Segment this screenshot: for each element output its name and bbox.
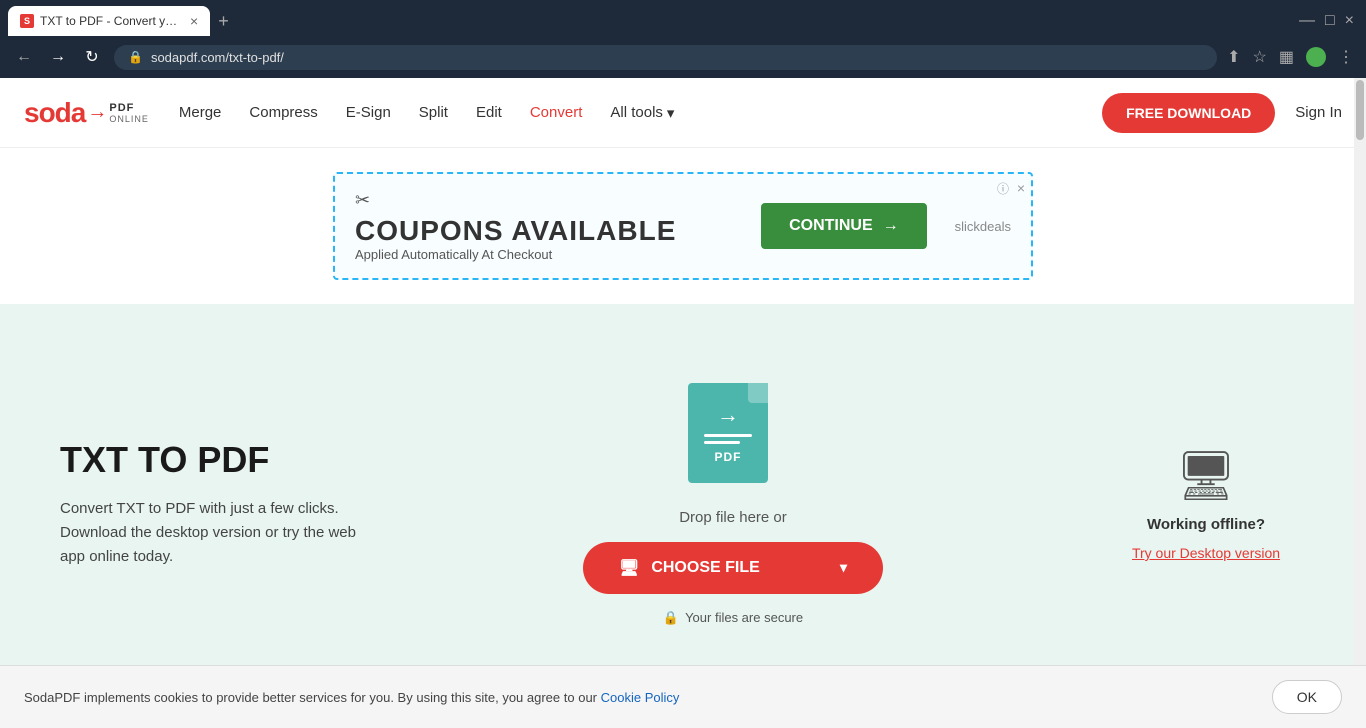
browser-toolbar: ⬆ ☆ ▦ ⋮: [1227, 47, 1354, 67]
pdf-line-1: [704, 434, 752, 437]
nav-merge[interactable]: Merge: [179, 104, 222, 121]
scrollbar[interactable]: [1354, 78, 1366, 728]
choose-file-button[interactable]: 🖥 CHOOSE FILE ▾: [583, 542, 883, 594]
all-tools-label: All tools: [610, 104, 663, 121]
drop-text: Drop file here or: [679, 509, 787, 526]
ad-subtitle: Applied Automatically At Checkout: [355, 247, 676, 262]
logo-online-text: ONLINE: [109, 114, 149, 124]
continue-arrow-icon: →: [883, 217, 899, 235]
logo-pdf-text: PDF: [109, 102, 149, 114]
center-section: → PDF Drop file here or 🖥 CHOOSE FILE ▾ …: [400, 383, 1066, 626]
secure-label: Your files are secure: [685, 610, 803, 625]
url-bar[interactable]: 🔒 sodapdf.com/txt-to-pdf/: [114, 45, 1217, 70]
bookmark-icon[interactable]: ☆: [1253, 47, 1267, 67]
chevron-down-icon: ▾: [840, 559, 847, 576]
active-tab[interactable]: S TXT to PDF - Convert your TXT t... ×: [8, 6, 210, 36]
cookie-policy-link[interactable]: Cookie Policy: [601, 690, 680, 705]
back-button[interactable]: ←: [12, 48, 36, 66]
pdf-file-icon: → PDF: [688, 383, 768, 483]
lock-icon: 🔒: [128, 50, 143, 64]
minimize-btn[interactable]: —: [1299, 12, 1315, 30]
close-btn[interactable]: ×: [1345, 12, 1354, 30]
nav-edit[interactable]: Edit: [476, 104, 502, 121]
desktop-monitor-icon: 🖥: [1176, 447, 1237, 504]
right-section: 🖥 Working offline? Try our Desktop versi…: [1106, 447, 1306, 561]
scissors-icon: ✂: [355, 190, 676, 211]
scrollbar-thumb[interactable]: [1356, 80, 1364, 140]
pdf-line-2: [704, 441, 740, 444]
cookie-text: SodaPDF implements cookies to provide be…: [24, 690, 679, 705]
ad-continue-button[interactable]: CONTINUE →: [761, 203, 927, 249]
maximize-btn[interactable]: □: [1325, 12, 1335, 30]
menu-icon[interactable]: ⋮: [1338, 47, 1354, 67]
logo-arrow-icon: →: [87, 101, 107, 124]
page-title: TXT TO PDF: [60, 439, 360, 481]
share-icon[interactable]: ⬆: [1227, 47, 1240, 67]
chevron-down-icon: ▾: [667, 104, 675, 122]
ad-banner: ✂ COUPONS AVAILABLE Applied Automaticall…: [333, 172, 1033, 280]
cookie-ok-button[interactable]: OK: [1272, 680, 1342, 714]
choose-file-label: CHOOSE FILE: [651, 559, 759, 577]
forward-button[interactable]: →: [46, 48, 70, 66]
ad-close-button[interactable]: ×: [1017, 180, 1025, 196]
offline-title: Working offline?: [1147, 516, 1265, 533]
cookie-message: SodaPDF implements cookies to provide be…: [24, 690, 597, 705]
nav-split[interactable]: Split: [419, 104, 448, 121]
desktop-version-link[interactable]: Try our Desktop version: [1132, 545, 1280, 561]
nav-esign[interactable]: E-Sign: [346, 104, 391, 121]
logo[interactable]: soda → PDF ONLINE: [24, 97, 149, 129]
ad-title: COUPONS AVAILABLE: [355, 215, 676, 247]
slickdeals-logo: slickdeals: [955, 219, 1011, 234]
tab-close-btn[interactable]: ×: [190, 13, 198, 29]
secure-text: 🔒 Your files are secure: [663, 610, 803, 626]
lock-green-icon: 🔒: [663, 610, 679, 626]
pdf-arrow-icon: →: [717, 402, 739, 428]
main-content: TXT TO PDF Convert TXT to PDF with just …: [0, 304, 1366, 704]
tab-title: TXT to PDF - Convert your TXT t...: [40, 14, 180, 28]
url-text: sodapdf.com/txt-to-pdf/: [151, 50, 284, 65]
nav-convert[interactable]: Convert: [530, 104, 583, 121]
continue-label: CONTINUE: [789, 217, 873, 235]
logo-soda-text: soda: [24, 97, 85, 129]
tab-favicon: S: [20, 14, 34, 28]
nav-compress[interactable]: Compress: [249, 104, 317, 121]
slickdeals-text: slickdeals: [955, 219, 1011, 234]
pdf-lines: [704, 434, 752, 444]
extensions-icon[interactable]: ▦: [1279, 47, 1294, 67]
ad-info-icon[interactable]: ⓘ: [997, 180, 1009, 197]
address-bar: ← → ↻ 🔒 sodapdf.com/txt-to-pdf/ ⬆ ☆ ▦ ⋮: [0, 36, 1366, 78]
pdf-label-text: PDF: [715, 450, 742, 464]
monitor-icon: 🖥: [619, 558, 639, 578]
window-controls: — □ ×: [1299, 12, 1358, 30]
free-download-button[interactable]: FREE DOWNLOAD: [1102, 93, 1275, 133]
logo-sub: PDF ONLINE: [109, 102, 149, 124]
left-section: TXT TO PDF Convert TXT to PDF with just …: [60, 439, 360, 569]
refresh-button[interactable]: ↻: [80, 47, 104, 67]
new-tab-button[interactable]: +: [218, 11, 229, 32]
nav-links: Merge Compress E-Sign Split Edit Convert…: [179, 104, 1082, 122]
pdf-icon-wrapper: → PDF: [688, 383, 778, 493]
sign-in-link[interactable]: Sign In: [1295, 104, 1342, 121]
cookie-bar: SodaPDF implements cookies to provide be…: [0, 665, 1366, 728]
tab-bar: S TXT to PDF - Convert your TXT t... × +…: [0, 0, 1366, 36]
browser-chrome: S TXT to PDF - Convert your TXT t... × +…: [0, 0, 1366, 78]
profile-icon[interactable]: [1306, 47, 1326, 67]
nav-all-tools[interactable]: All tools ▾: [610, 104, 674, 122]
navbar: soda → PDF ONLINE Merge Compress E-Sign …: [0, 78, 1366, 148]
page-description: Convert TXT to PDF with just a few click…: [60, 497, 360, 569]
ad-left: ✂ COUPONS AVAILABLE Applied Automaticall…: [355, 190, 676, 262]
